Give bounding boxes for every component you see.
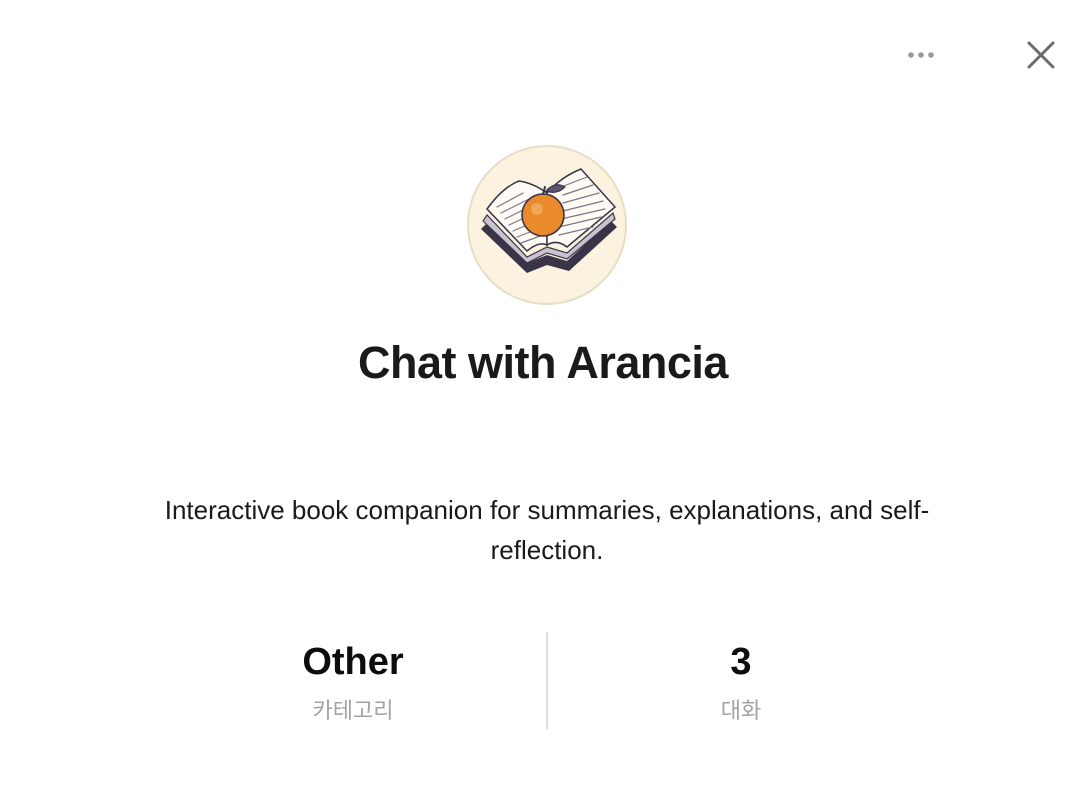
gpt-avatar: [467, 145, 627, 305]
open-book-with-orange-icon: [481, 168, 617, 273]
close-icon: [1027, 41, 1055, 69]
stat-conversations: 3 대화: [548, 632, 934, 729]
stat-label: 대화: [720, 699, 762, 724]
gpt-details-modal: Chat with Arancia Interactive book compa…: [0, 0, 1086, 788]
stat-label: 카테고리: [312, 699, 394, 724]
more-horizontal-icon: [908, 52, 934, 58]
stat-value: Other: [302, 641, 404, 683]
gpt-title: Chat with Arancia: [358, 337, 728, 388]
close-button[interactable]: [1018, 32, 1064, 78]
stats-row: Other 카테고리 3 대화: [160, 632, 934, 729]
top-actions: [898, 32, 1064, 78]
stat-category: Other 카테고리: [160, 632, 546, 729]
more-options-button[interactable]: [898, 32, 944, 78]
stat-value: 3: [730, 641, 752, 683]
gpt-description: Interactive book companion for summaries…: [164, 495, 930, 565]
